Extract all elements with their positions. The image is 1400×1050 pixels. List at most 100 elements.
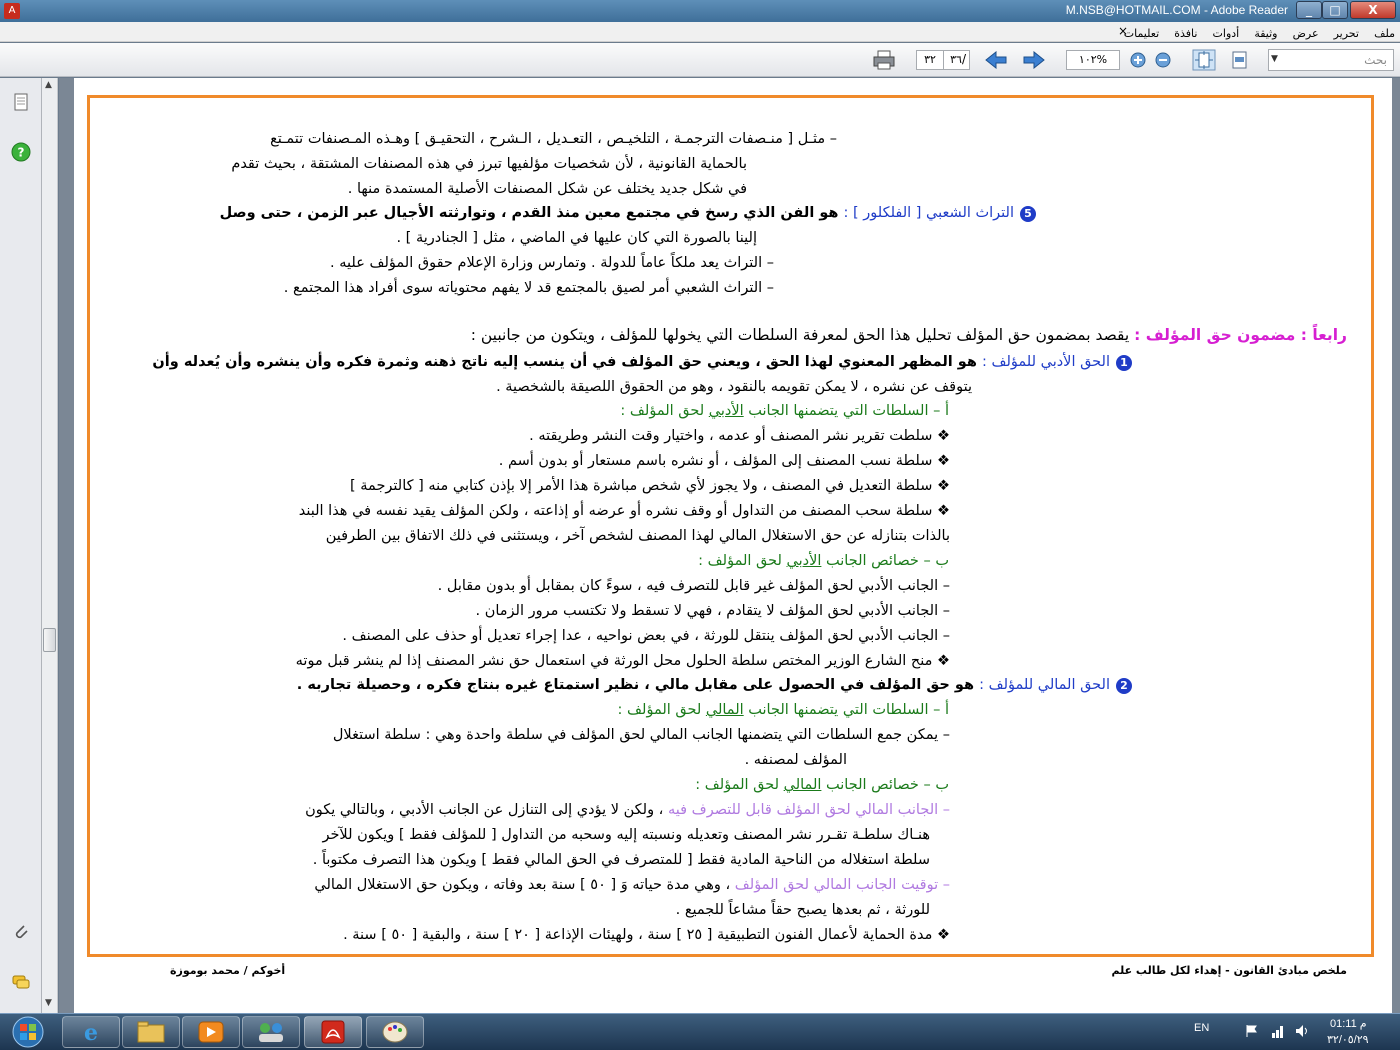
print-icon[interactable] <box>872 49 896 71</box>
bullet-item: ❖ مدة الحماية لأعمال الفنون التطبيقية [ … <box>343 927 950 943</box>
network-app-taskbar-button[interactable] <box>242 1016 300 1048</box>
subheading: ب – خصائص الجانب المالي لحق المؤلف : <box>695 775 949 795</box>
toolbar: بحث ▼ ١٠٢% ٣٦ / ٣٢ <box>0 43 1400 77</box>
subheading-suffix: لحق المؤلف : <box>620 403 709 419</box>
subheading: أ – السلطات التي يتضمنها الجانب الأدبي ل… <box>620 401 949 421</box>
section-title: التراث الشعبي [ الفلكلور ] : <box>843 205 1014 221</box>
doc-line: – التراث يعد ملكاً عاماً للدولة . وتمارس… <box>330 255 774 271</box>
section-text: هو الفن الذي رسخ في مجتمع معين منذ القدم… <box>219 205 844 221</box>
people-network-icon <box>259 1023 283 1042</box>
menu-view[interactable]: عرض <box>1288 24 1324 40</box>
zoom-in-icon[interactable] <box>1128 51 1148 69</box>
doc-line: – التراث الشعبي أمر لصيق بالمجتمع قد لا … <box>283 280 774 296</box>
network-icon[interactable] <box>1270 1023 1286 1039</box>
action-center-flag-icon[interactable] <box>1244 1023 1260 1039</box>
doc-line: بالحماية القانونية ، لأن شخصيات مؤلفيها … <box>231 156 747 172</box>
section-1-heading: 1 الحق الأدبي للمؤلف : هو المظهر المعنوي … <box>152 352 1132 372</box>
maximize-button[interactable]: □ <box>1322 1 1348 19</box>
section-title: الحق المالي للمؤلف : <box>979 677 1110 693</box>
highlighted-text: – الجانب المالي لحق المؤلف قابل للتصرف ف… <box>667 802 950 818</box>
svg-text:e: e <box>84 1020 98 1046</box>
scroll-up-icon[interactable]: ▲ <box>45 80 52 90</box>
media-player-icon <box>198 1021 224 1043</box>
internet-explorer-taskbar-button[interactable]: e <box>62 1016 120 1048</box>
svg-text:?: ? <box>18 146 25 160</box>
media-player-taskbar-button[interactable] <box>182 1016 240 1048</box>
previous-page-icon[interactable] <box>984 51 1008 69</box>
subheading-prefix: أ – السلطات التي يتضمنها الجانب <box>743 403 949 419</box>
subheading-prefix: ب – خصائص الجانب <box>821 553 949 569</box>
fit-width-icon[interactable] <box>1230 51 1250 69</box>
bullet-item: ❖ سلطة نسب المصنف إلى المؤلف ، أو نشره ب… <box>498 453 950 469</box>
list-item: – الجانب المالي لحق المؤلف قابل للتصرف ف… <box>305 800 950 820</box>
title-bar: A M.NSB@HOTMAIL.COM - Adobe Reader _ □ X <box>0 0 1400 22</box>
window-title: M.NSB@HOTMAIL.COM - Adobe Reader <box>1065 3 1288 17</box>
close-document-icon[interactable]: × <box>1118 24 1128 38</box>
section-title: الحق الأدبي للمؤلف : <box>981 354 1110 370</box>
doc-line: إلينا بالصورة التي كان عليها في الماضي ،… <box>396 230 757 246</box>
start-button[interactable] <box>2 1015 54 1049</box>
section-5-heading: 5 التراث الشعبي [ الفلكلور ] : هو الفن ال… <box>220 203 1036 223</box>
input-language-indicator[interactable]: EN <box>1194 1022 1209 1034</box>
file-explorer-taskbar-button[interactable] <box>122 1016 180 1048</box>
heading-title: رابعاً : مضمون حق المؤلف : <box>1134 326 1347 344</box>
zoom-level-input[interactable]: ١٠٢% <box>1066 50 1120 70</box>
doc-line: في شكل جديد يختلف عن شكل المصنفات الأصلي… <box>347 181 747 197</box>
paint-taskbar-button[interactable] <box>366 1016 424 1048</box>
clock-date[interactable]: ٣٢/٠٥/٢٩ <box>1327 1033 1369 1046</box>
bullet-item: ❖ سلطة سحب المصنف من التداول أو وقف نشره… <box>298 503 950 519</box>
doc-line: – مثـل [ منـصفات الترجمـة ، التلخيـص ، ا… <box>270 131 837 147</box>
comments-icon[interactable] <box>11 972 31 992</box>
subheading: ب – خصائص الجانب الأدبي لحق المؤلف : <box>698 551 949 571</box>
list-item: – الجانب الأدبي لحق المؤلف غير قابل للتص… <box>437 578 950 594</box>
list-item: – توقيت الجانب المالي لحق المؤلف ، وهي م… <box>314 875 950 895</box>
section-2-heading: 2 الحق المالي للمؤلف : هو حق المؤلف في ال… <box>297 675 1132 695</box>
adobe-reader-taskbar-button[interactable] <box>304 1016 362 1048</box>
clock-time[interactable]: 01:11 م <box>1330 1017 1367 1030</box>
subheading-suffix: لحق المؤلف : <box>617 702 706 718</box>
scroll-thumb[interactable] <box>43 628 56 652</box>
list-item: – يمكن جمع السلطات التي يتضمنها الجانب ا… <box>332 727 950 743</box>
fit-page-icon[interactable] <box>1192 49 1216 71</box>
close-button[interactable]: X <box>1350 1 1396 19</box>
highlighted-text: – توقيت الجانب المالي لحق المؤلف <box>734 877 950 893</box>
menu-file[interactable]: ملف <box>1369 24 1400 40</box>
footer-left-text: أخوكم / محمد بوموزة <box>170 964 286 977</box>
item-text: ، وهي مدة حياته وَ [ ٥٠ ] سنة بعد وفاته … <box>314 877 735 893</box>
section-text: هو المظهر المعنوي لهذا الحق ، ويعني حق ا… <box>152 354 982 370</box>
pages-panel-icon[interactable] <box>11 92 31 112</box>
subheading-prefix: ب – خصائص الجانب <box>821 777 949 793</box>
vertical-scrollbar[interactable]: ▲ ▼ <box>42 78 58 1013</box>
menu-window[interactable]: نافذة <box>1169 24 1202 40</box>
paint-palette-icon <box>382 1021 408 1043</box>
search-input[interactable]: بحث ▼ <box>1268 49 1394 71</box>
section-number-badge: 5 <box>1020 206 1036 222</box>
footer-right-text: ملخص مبادئ القانون - إهداء لكل طالب علم <box>1111 964 1347 977</box>
doc-line: يتوقف عن نشره ، لا يمكن تقويمه بالنقود ،… <box>496 379 972 395</box>
bullet-item: ❖ سلطت تقرير نشر المصنف أو عدمه ، واختيا… <box>529 428 950 444</box>
subheading-suffix: لحق المؤلف : <box>698 553 787 569</box>
zoom-out-icon[interactable] <box>1153 51 1173 69</box>
current-page-input[interactable]: ٣٢ <box>916 50 944 70</box>
menu-document[interactable]: وثيقة <box>1249 24 1282 40</box>
doc-line: هنـاك سلطـة تقـرر نشر المصنف وتعديله ونس… <box>322 827 930 843</box>
next-page-icon[interactable] <box>1022 51 1046 69</box>
attachments-icon[interactable] <box>11 922 31 942</box>
doc-line: للورثة ، ثم بعدها يصبح حقاً مشاعاً للجمي… <box>675 902 930 918</box>
menu-edit[interactable]: تحرير <box>1329 24 1364 40</box>
section-text: هو حق المؤلف في الحصول على مقابل مالي ، … <box>296 677 980 693</box>
minimize-button[interactable]: _ <box>1296 1 1322 19</box>
heading-text: يقصد بمضمون حق المؤلف تحليل هذا الحق لمع… <box>470 326 1135 344</box>
scroll-down-icon[interactable]: ▼ <box>45 998 52 1008</box>
doc-line: سلطة استغلاله من الناحية المادية فقط [ ل… <box>312 852 930 868</box>
item-text: ، ولكن لا يؤدي إلى التنازل عن الجانب الأ… <box>305 802 668 818</box>
subheading-underlined: الأدبي <box>786 553 822 569</box>
document-viewport: – مثـل [ منـصفات الترجمـة ، التلخيـص ، ا… <box>59 78 1400 1013</box>
volume-icon[interactable] <box>1294 1023 1310 1039</box>
list-item: – الجانب الأدبي لحق المؤلف لا يتقادم ، ف… <box>475 603 951 619</box>
menu-tools[interactable]: أدوات <box>1208 24 1245 40</box>
help-icon[interactable]: ? <box>11 142 31 162</box>
doc-line: بالذات بتنازله عن حق الاستغلال المالي له… <box>325 528 950 544</box>
internet-explorer-icon: e <box>84 1020 98 1046</box>
search-dropdown-icon[interactable]: ▼ <box>1271 54 1278 64</box>
